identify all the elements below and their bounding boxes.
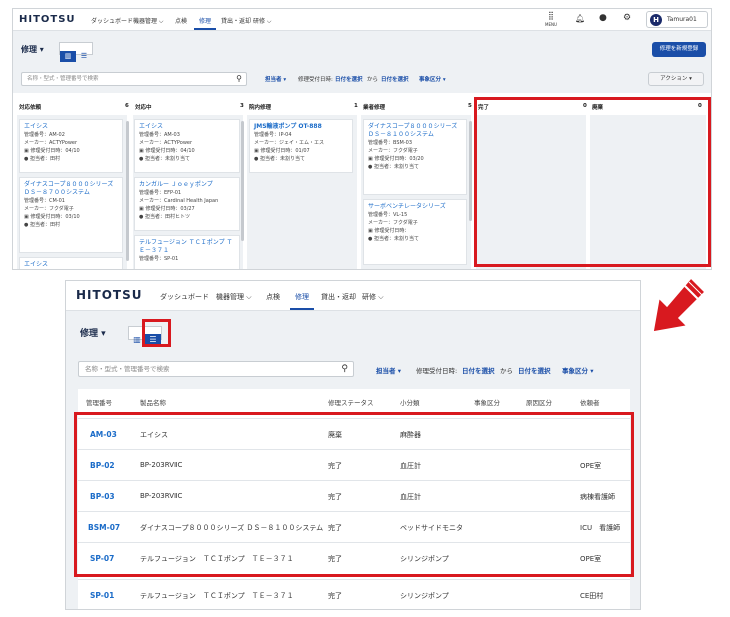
nav-equipment[interactable]: 機器管理 ⌵ [216,292,252,302]
user-name: Tamura01 [667,16,697,23]
search-input[interactable]: 名称・型式・管理番号で検索 ⚲ [21,72,247,86]
column-count: 3 [240,103,244,109]
highlight-box-table-rows [74,412,634,577]
header-event: 事象区分 [474,399,500,407]
filter-owner[interactable]: 担当者 ▾ [265,75,286,83]
kanban-card[interactable]: エイシス [19,257,123,269]
filter-date-label: 修理受付日時: [298,77,333,83]
nav-lending[interactable]: 貸出・返却 [321,292,356,302]
top-navbar: HITOTSU ダッシュボード 機器管理 ⌵ 点検 修理 貸出・返却 研修 ⌵ … [13,9,711,31]
calendar-icon-line: ▣ 修理受付日時：04/10 [24,148,80,154]
column-count: 5 [468,103,472,109]
search-icon[interactable]: ⚲ [236,73,242,85]
search-input[interactable]: 名称・型式・管理番号で検索 ⚲ [78,361,354,377]
logo: HITOTSU [76,288,143,302]
avatar: H [650,14,662,26]
nav-dashboard[interactable]: ダッシュボード [91,16,133,25]
filter-event-type[interactable]: 事象区分 ▾ [419,75,446,83]
header-requester: 依頼者 [580,399,600,407]
nav-repair[interactable]: 修理 [199,16,211,25]
column-count: 6 [125,103,129,109]
filter-date-label: 修理受付日時: [416,367,458,375]
menu-label: MENU [545,22,557,27]
filter-date-from[interactable]: 日付を選択 [462,365,495,375]
list-view-icon[interactable]: ☰ [76,51,92,62]
scrollbar[interactable] [241,121,244,241]
column-count: 1 [354,103,358,109]
nav-equipment[interactable]: 機器管理 ⌵ [133,16,163,26]
view-toggle: ▥ ☰ [59,42,93,62]
action-button[interactable]: アクション ▾ [648,72,704,86]
list-screenshot: HITOTSU ダッシュボード 機器管理 ⌵ 点検 修理 貸出・返却 研修 ⌵ … [65,280,641,610]
nav-repair[interactable]: 修理 [295,292,309,302]
nav-inspection[interactable]: 点検 [266,292,280,302]
header-product: 製品名称 [140,399,166,407]
top-navbar: HITOTSU ダッシュボード 機器管理 ⌵ 点検 修理 貸出・返却 研修 ⌵ [66,281,640,311]
highlight-box-done-columns [474,97,711,267]
kanban-card[interactable]: カンガルー Ｊｏｅｙポンプ 管理番号：EFP-01 メーカー：Cardinal … [134,177,240,231]
kanban-card[interactable]: エイシス 管理番号：AM-02 メーカー：ACTYPower ▣ 修理受付日時：… [19,119,123,173]
kanban-card[interactable]: ダイナスコープ８０００シリーズ ＤＳ－８７００システム 管理番号：CM-01 メ… [19,177,123,253]
column-header-internal: 院内修理 [249,105,272,111]
arrow-down-left-icon [652,276,707,333]
nav-active-indicator [194,28,216,30]
logo: HITOTSU [19,14,76,25]
header-status: 修理ステータス [328,399,374,407]
table-row[interactable]: SP-01 テルフュージョン ＴＣＩポンプ ＴＥ－３７１ 完了 シリンジポンプ … [78,579,630,609]
column-header-vendor: 業者修理 [363,105,386,111]
scrollbar[interactable] [126,121,129,261]
filter-to-word: から [367,77,379,83]
filter-owner[interactable]: 担当者 ▾ [376,365,401,375]
filter-to-word: から [500,367,513,375]
nav-active-indicator [290,308,314,310]
search-icon[interactable]: ⚲ [341,362,348,376]
scrollbar[interactable] [469,121,472,221]
header-subcategory: 小分類 [400,399,420,407]
user-menu[interactable]: H Tamura01 [646,11,708,28]
nav-inspection[interactable]: 点検 [175,16,187,25]
filter-date-from[interactable]: 日付を選択 [335,75,363,83]
column-header-requested: 対応依頼 [19,105,42,111]
new-repair-button[interactable]: 修理を新規登録 [652,42,706,57]
header-id: 管理番号 [86,399,112,407]
nav-training[interactable]: 研修 ⌵ [362,292,384,302]
kanban-card[interactable]: エイシス 管理番号：AM-03 メーカー：ACTYPower ▣ 修理受付日時：… [134,119,240,173]
nav-dashboard[interactable]: ダッシュボード [160,292,209,302]
kanban-card[interactable]: サーボベンチレータシリーズ 管理番号：VL-15 メーカー：フクダ電子 ▣ 修理… [363,199,467,265]
nav-lending[interactable]: 貸出・返却 [221,16,251,25]
kanban-card[interactable]: ダイナスコープ８０００シリーズ ＤＳ－８１００システム 管理番号：BSM-03 … [363,119,467,195]
filter-date-to[interactable]: 日付を選択 [518,365,551,375]
kanban-card[interactable]: テルフュージョン ＴＣＩポンプ ＴＥ－３７１ 管理番号：SP-01 [134,235,240,269]
header-cause: 原因区分 [526,399,552,407]
filter-event-type[interactable]: 事象区分 ▾ [562,365,594,375]
page-title[interactable]: 修理 ▾ [80,326,106,339]
highlight-box-list-toggle [142,319,171,347]
repair-id-link[interactable]: SP-01 [90,591,114,600]
page-title[interactable]: 修理 ▾ [21,44,44,55]
filter-date-to[interactable]: 日付を選択 [381,75,409,83]
column-header-in-progress: 対応中 [135,105,152,111]
help-icon[interactable]: ● [599,13,607,23]
gear-icon[interactable]: ⚙ [623,13,631,23]
kanban-view-icon[interactable]: ▥ [60,51,76,62]
person-icon-line: ● 担当者：田村 [24,156,60,162]
kanban-card[interactable]: JMS輸液ポンプ OT-888 管理番号：IP-04 メーカー：ジェイ・エム・エ… [249,119,353,173]
grid-menu-icon[interactable]: ⣿ [548,11,554,20]
bell-icon[interactable]: 🔔︎ [575,14,585,23]
nav-training[interactable]: 研修 ⌵ [253,16,271,26]
